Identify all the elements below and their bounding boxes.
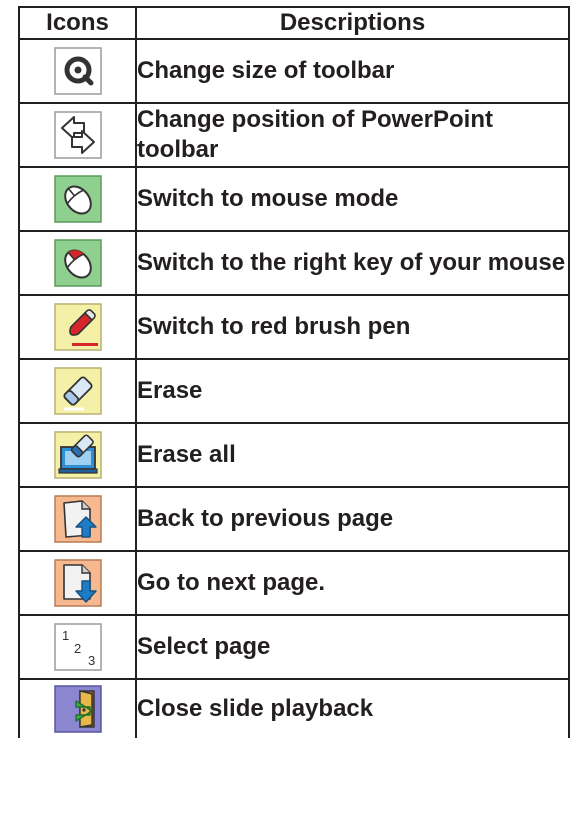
icons-column-header: Icons	[18, 6, 137, 40]
description-cell: Go to next page.	[135, 550, 570, 616]
mouse-mode-icon	[53, 175, 102, 223]
icon-cell	[18, 166, 137, 232]
icon-cell: 1 2 3	[18, 614, 137, 680]
description-cell: Erase	[135, 358, 570, 424]
icon-cell	[18, 358, 137, 424]
table-row: Switch to red brush pen	[18, 294, 570, 360]
page-digit-1: 1	[62, 628, 69, 643]
header-row: Icons Descriptions	[18, 6, 570, 40]
icon-legend-table: Icons Descriptions Change size of toolba…	[18, 6, 570, 738]
mouse-right-key-icon	[53, 239, 102, 287]
zoom-toolbar-icon	[53, 47, 102, 95]
description-cell: Change position of PowerPoint toolbar	[135, 102, 570, 168]
close-playback-icon	[53, 685, 102, 733]
table-row: Back to previous page	[18, 486, 570, 552]
description-cell: Switch to mouse mode	[135, 166, 570, 232]
table-row: Erase	[18, 358, 570, 424]
icon-cell	[18, 550, 137, 616]
icon-cell	[18, 102, 137, 168]
descriptions-column-header: Descriptions	[135, 6, 570, 40]
icon-cell	[18, 422, 137, 488]
erase-all-icon	[53, 431, 102, 479]
page-digit-3: 3	[88, 653, 95, 668]
eraser-icon	[53, 367, 102, 415]
page-digit-2: 2	[74, 641, 81, 656]
table-row: Change position of PowerPoint toolbar	[18, 102, 570, 168]
table-row: Close slide playback	[18, 678, 570, 738]
table-row: Erase all	[18, 422, 570, 488]
description-cell: Switch to the right key of your mouse	[135, 230, 570, 296]
description-cell: Select page	[135, 614, 570, 680]
table-row: Switch to the right key of your mouse	[18, 230, 570, 296]
icon-cell	[18, 294, 137, 360]
icon-cell	[18, 38, 137, 104]
icon-cell	[18, 678, 137, 738]
table-row: 1 2 3 Select page	[18, 614, 570, 680]
icon-cell	[18, 486, 137, 552]
description-cell: Switch to red brush pen	[135, 294, 570, 360]
table-row: Switch to mouse mode	[18, 166, 570, 232]
table-row: Go to next page.	[18, 550, 570, 616]
table-row: Change size of toolbar	[18, 38, 570, 104]
next-page-icon	[53, 559, 102, 607]
select-page-icon: 1 2 3	[53, 623, 102, 671]
previous-page-icon	[53, 495, 102, 543]
icon-cell	[18, 230, 137, 296]
description-cell: Erase all	[135, 422, 570, 488]
red-brush-pen-icon	[53, 303, 102, 351]
description-cell: Change size of toolbar	[135, 38, 570, 104]
description-cell: Close slide playback	[135, 678, 570, 738]
description-cell: Back to previous page	[135, 486, 570, 552]
move-toolbar-arrows-icon	[53, 111, 102, 159]
